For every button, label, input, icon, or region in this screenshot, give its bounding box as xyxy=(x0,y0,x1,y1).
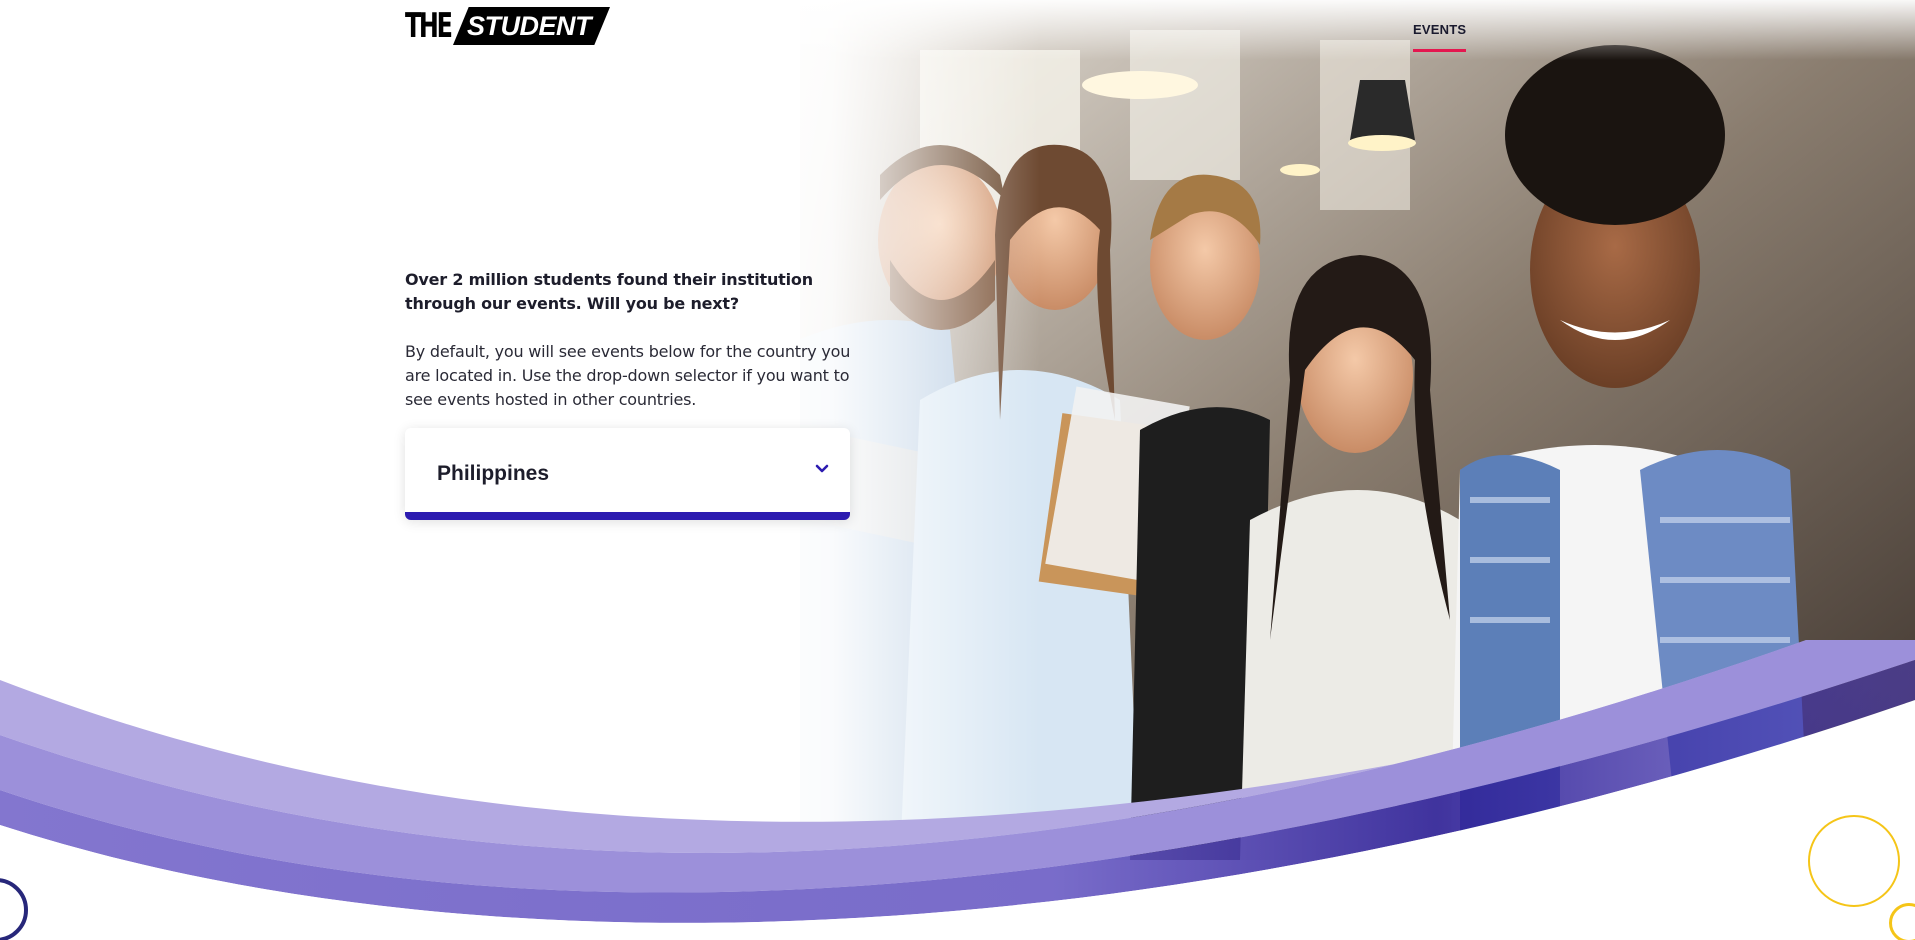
main-nav: EVENTS xyxy=(1413,19,1467,52)
intro-lead-text: Over 2 million students found their inst… xyxy=(405,270,813,313)
nav-item-events[interactable]: EVENTS xyxy=(1413,22,1467,52)
ring-yellow-large-decoration xyxy=(1808,815,1900,907)
country-dropdown-value: Philippines xyxy=(437,462,550,485)
logo-student-badge: STUDENT xyxy=(453,7,610,45)
site-header: THE STUDENT EVENTS xyxy=(0,0,1915,60)
the-student-logo[interactable]: THE STUDENT xyxy=(405,5,610,47)
intro-section: Over 2 million students found their inst… xyxy=(405,268,855,412)
chevron-down-icon xyxy=(815,464,829,473)
country-dropdown[interactable]: Philippines xyxy=(405,428,850,520)
page: THE STUDENT EVENTS Over 2 million studen… xyxy=(0,0,1915,940)
intro-body-text: By default, you will see events below fo… xyxy=(405,342,851,409)
logo-the-text: THE xyxy=(405,6,453,46)
bottom-wave-decoration xyxy=(0,640,1915,940)
logo-student-text: STUDENT xyxy=(467,11,592,41)
